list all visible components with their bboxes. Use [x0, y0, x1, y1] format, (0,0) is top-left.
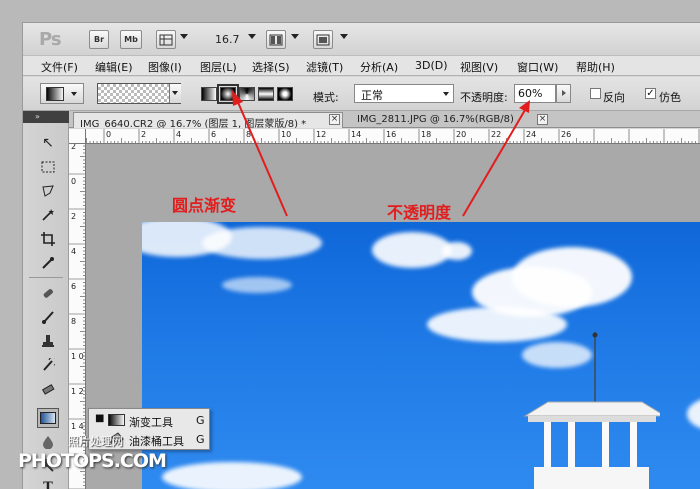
annotation-opacity: 不透明度 — [387, 203, 452, 222]
annotation-arrows — [232, 90, 530, 217]
watermark-logo: PHOTOPS.COM — [18, 450, 167, 472]
annotation-radial-gradient: 圆点渐变 — [172, 196, 237, 215]
watermark-text: 照片处理网 — [68, 435, 123, 448]
